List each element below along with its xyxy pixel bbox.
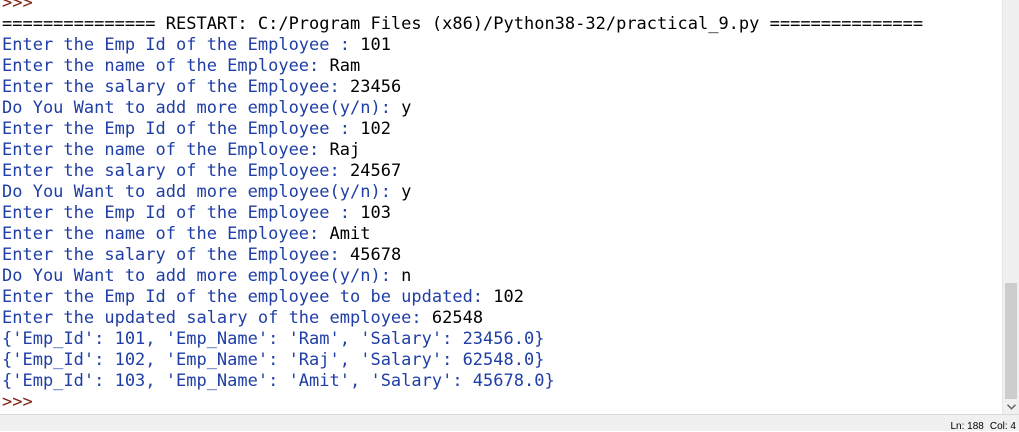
console-line: =============== RESTART: C:/Program File… (2, 14, 923, 35)
scrollbar-thumb[interactable] (1005, 283, 1017, 399)
status-bar: Ln: 188 Col: 4 (0, 414, 1019, 432)
python-shell-window[interactable]: >>> =============== RESTART: C:/Program F… (0, 0, 1002, 414)
user-input-text: Ram (329, 56, 361, 76)
user-input-text: 102 (493, 287, 524, 307)
stdout-prompt-text: Enter the salary of the Employee: (2, 161, 350, 181)
user-input-text: 45678 (350, 245, 402, 265)
stdout-prompt-text: Enter the name of the Employee: (2, 140, 330, 160)
stdout-prompt-text: Enter the name of the Employee: (2, 224, 330, 244)
user-input-text: 101 (360, 35, 391, 55)
stdout-prompt-text: Enter the Emp Id of the Employee : (2, 203, 361, 223)
stdout-prompt-text: Enter the updated salary of the employee… (2, 308, 432, 328)
console-line: Do You Want to add more employee(y/n): n (2, 266, 923, 287)
stdout-prompt-text: Enter the salary of the Employee: (2, 245, 350, 265)
console-line: >>> (2, 392, 923, 413)
stdout-prompt-text: Do You Want to add more employee(y/n): (2, 182, 402, 202)
user-input-text: 24567 (350, 161, 402, 181)
console-line: Enter the Emp Id of the Employee : 102 (2, 119, 923, 140)
shell-console-output[interactable]: >>> =============== RESTART: C:/Program F… (2, 0, 923, 413)
line-number: Ln: 188 (950, 421, 984, 432)
console-line: Enter the salary of the Employee: 45678 (2, 245, 923, 266)
user-input-text: 103 (360, 203, 391, 223)
stdout-prompt-text: Do You Want to add more employee(y/n): (2, 266, 402, 286)
console-line: Do You Want to add more employee(y/n): y (2, 182, 923, 203)
cursor-position: Ln: 188 Col: 4 (945, 421, 1017, 432)
console-line: Enter the Emp Id of the Employee : 103 (2, 203, 923, 224)
console-line: Enter the Emp Id of the employee to be u… (2, 287, 923, 308)
console-line: Enter the updated salary of the employee… (2, 308, 923, 329)
console-line: Enter the name of the Employee: Raj (2, 140, 923, 161)
stdout-text: {'Emp_Id': 103, 'Emp_Name': 'Amit', 'Sal… (2, 371, 555, 391)
user-input-text: y (401, 182, 412, 202)
user-input-text: Amit (329, 224, 371, 244)
user-input-text: Raj (329, 140, 361, 160)
console-line: >>> (2, 0, 923, 14)
stdout-text: {'Emp_Id': 101, 'Emp_Name': 'Ram', 'Sala… (2, 329, 545, 349)
shell-prompt: >>> (2, 392, 33, 412)
stdout-prompt-text: Enter the name of the Employee: (2, 56, 330, 76)
shell-prompt: >>> (2, 0, 33, 13)
console-line: Enter the salary of the Employee: 23456 (2, 77, 923, 98)
console-line: {'Emp_Id': 102, 'Emp_Name': 'Raj', 'Sala… (2, 350, 923, 371)
console-line: Enter the name of the Employee: Amit (2, 224, 923, 245)
stdout-prompt-text: Enter the Emp Id of the Employee : (2, 35, 361, 55)
column-number: Col: 4 (989, 421, 1016, 432)
user-input-text: n (401, 266, 412, 286)
console-line: Enter the Emp Id of the Employee : 101 (2, 35, 923, 56)
stdout-text: {'Emp_Id': 102, 'Emp_Name': 'Raj', 'Sala… (2, 350, 545, 370)
stdout-prompt-text: Enter the Emp Id of the employee to be u… (2, 287, 494, 307)
console-line: {'Emp_Id': 103, 'Emp_Name': 'Amit', 'Sal… (2, 371, 923, 392)
stdout-prompt-text: Do You Want to add more employee(y/n): (2, 98, 402, 118)
scroll-down-arrow-icon[interactable] (1003, 399, 1019, 414)
console-line: Enter the name of the Employee: Ram (2, 56, 923, 77)
vertical-scrollbar[interactable] (1002, 0, 1019, 414)
console-line: Enter the salary of the Employee: 24567 (2, 161, 923, 182)
user-input-text: 102 (360, 119, 391, 139)
stdout-prompt-text: Enter the salary of the Employee: (2, 77, 350, 97)
user-input-text: y (401, 98, 412, 118)
restart-banner: =============== RESTART: C:/Program File… (2, 14, 924, 34)
console-line: Do You Want to add more employee(y/n): y (2, 98, 923, 119)
user-input-text: 62548 (431, 308, 484, 328)
console-line: {'Emp_Id': 101, 'Emp_Name': 'Ram', 'Sala… (2, 329, 923, 350)
user-input-text: 23456 (350, 77, 402, 97)
stdout-prompt-text: Enter the Emp Id of the Employee : (2, 119, 361, 139)
